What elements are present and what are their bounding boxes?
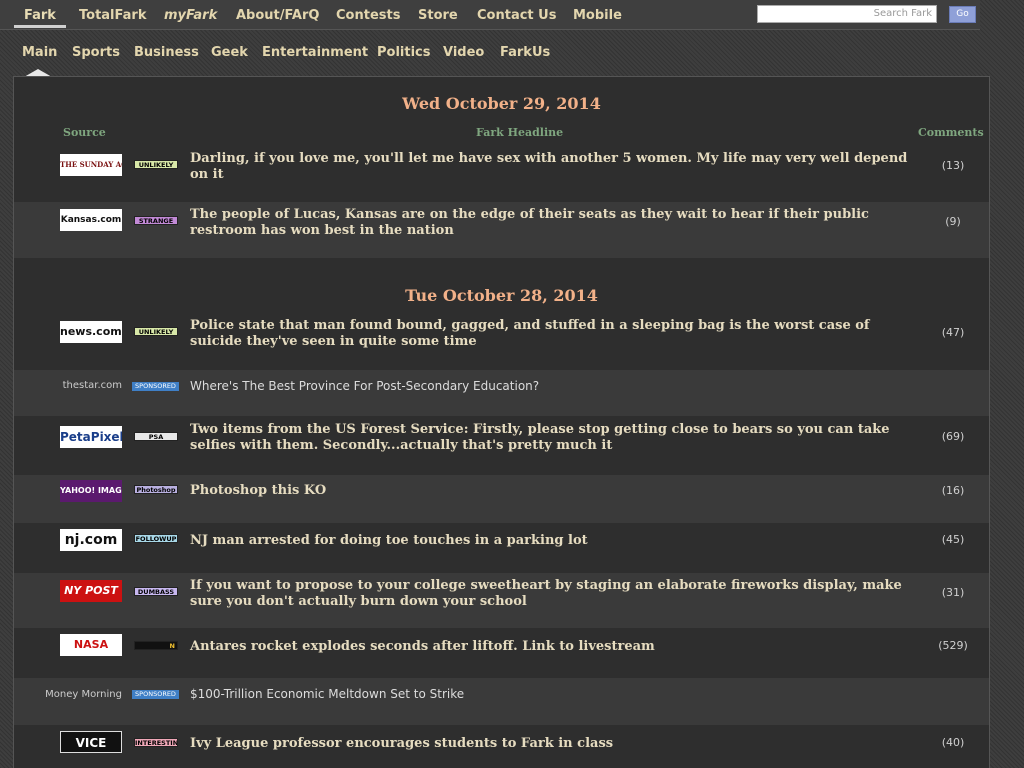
headline-link[interactable]: Darling, if you love me, you'll let me h…: [190, 151, 910, 183]
headline-row: THE SUNDAY AGE UNLIKELY Darling, if you …: [14, 145, 989, 201]
date-header: Tue October 28, 2014: [405, 286, 598, 305]
topnav-contests[interactable]: Contests: [336, 8, 400, 23]
top-nav: Fark TotalFark myFark About/FArQ Contest…: [0, 0, 980, 30]
tab-farkus[interactable]: FarkUs: [500, 45, 550, 60]
tag-badge: N: [134, 641, 178, 650]
headline-link[interactable]: The people of Lucas, Kansas are on the e…: [190, 207, 910, 239]
source-logo[interactable]: NASA: [60, 634, 122, 656]
go-button[interactable]: Go: [949, 6, 976, 23]
tag-badge: Photoshop: [134, 485, 178, 494]
topnav-fark[interactable]: Fark: [24, 8, 56, 23]
comments-link[interactable]: (31): [914, 586, 992, 599]
tag-badge: DUMBASS: [134, 587, 178, 596]
column-source: Source: [63, 126, 106, 139]
headline-row: YAHOO! IMAGES Photoshop Photoshop this K…: [14, 475, 989, 523]
comments-link[interactable]: (69): [914, 430, 992, 443]
source-logo[interactable]: NY POST: [60, 580, 122, 602]
headline-row: nj.com FOLLOWUP NJ man arrested for doin…: [14, 524, 989, 572]
column-comments: Comments: [918, 126, 984, 139]
tag-badge: STRANGE: [134, 216, 178, 225]
comments-link[interactable]: (40): [914, 736, 992, 749]
topnav-store[interactable]: Store: [418, 8, 458, 23]
comments-link[interactable]: (45): [914, 533, 992, 546]
tag-badge: PSA: [134, 432, 178, 441]
headline-row: NY POST DUMBASS If you want to propose t…: [14, 573, 989, 628]
topnav-totalfark[interactable]: TotalFark: [79, 8, 146, 23]
headline-link[interactable]: Antares rocket explodes seconds after li…: [190, 639, 910, 655]
column-headline: Fark Headline: [476, 126, 564, 139]
tab-politics[interactable]: Politics: [377, 45, 431, 60]
sponsored-link[interactable]: $100-Trillion Economic Meltdown Set to S…: [190, 687, 910, 701]
tab-entertainment[interactable]: Entertainment: [262, 45, 368, 60]
tag-badge: FOLLOWUP: [134, 534, 178, 543]
sponsored-badge: SPONSORED: [132, 690, 179, 699]
tab-geek[interactable]: Geek: [211, 45, 248, 60]
source-logo[interactable]: THE SUNDAY AGE: [60, 154, 122, 176]
source-logo[interactable]: Kansas.com: [60, 209, 122, 231]
source-logo[interactable]: VICE: [60, 731, 122, 753]
source-logo[interactable]: news.com.au: [60, 321, 122, 343]
topnav-mobile[interactable]: Mobile: [573, 8, 622, 23]
comments-link[interactable]: (47): [914, 326, 992, 339]
tab-video[interactable]: Video: [443, 45, 484, 60]
headline-row: NASA N Antares rocket explodes seconds a…: [14, 629, 989, 677]
sponsor-source: Money Morning: [45, 689, 122, 700]
headline-link[interactable]: If you want to propose to your college s…: [190, 578, 910, 610]
headline-row: VICE INTERESTING Ivy League professor en…: [14, 726, 989, 768]
topnav-myfark[interactable]: myFark: [164, 8, 217, 23]
sponsored-link[interactable]: Where's The Best Province For Post-Secon…: [190, 379, 910, 393]
headline-row: news.com.au UNLIKELY Police state that m…: [14, 312, 989, 369]
comments-link[interactable]: (529): [914, 639, 992, 652]
headline-row: PetaPixel PSA Two items from the US Fore…: [14, 417, 989, 474]
sponsor-source: thestar.com: [62, 380, 122, 391]
tag-badge: INTERESTING: [134, 738, 178, 747]
active-tab-underline: [14, 25, 66, 28]
comments-link[interactable]: (9): [914, 215, 992, 228]
source-logo[interactable]: nj.com: [60, 529, 122, 551]
comments-link[interactable]: (16): [914, 484, 992, 497]
sponsored-row: thestar.com SPONSORED Where's The Best P…: [14, 370, 989, 416]
tab-main[interactable]: Main: [22, 45, 57, 60]
headline-link[interactable]: Two items from the US Forest Service: Fi…: [190, 422, 910, 454]
headline-link[interactable]: Photoshop this KO: [190, 483, 910, 499]
topnav-about[interactable]: About/FArQ: [236, 8, 319, 23]
source-logo[interactable]: PetaPixel: [60, 426, 122, 448]
headline-link[interactable]: Police state that man found bound, gagge…: [190, 318, 910, 350]
topnav-contact[interactable]: Contact Us: [477, 8, 556, 23]
headline-link[interactable]: NJ man arrested for doing toe touches in…: [190, 533, 910, 549]
headline-link[interactable]: Ivy League professor encourages students…: [190, 736, 910, 752]
sponsored-badge: SPONSORED: [132, 382, 179, 391]
search-input[interactable]: Search Fark: [757, 5, 937, 23]
tag-badge: UNLIKELY: [134, 327, 178, 336]
sponsored-row: Money Morning SPONSORED $100-Trillion Ec…: [14, 678, 989, 725]
comments-link[interactable]: (13): [914, 159, 992, 172]
date-header: Wed October 29, 2014: [402, 94, 601, 113]
tab-business[interactable]: Business: [134, 45, 199, 60]
tag-badge: UNLIKELY: [134, 160, 178, 169]
headline-row: Kansas.com STRANGE The people of Lucas, …: [14, 202, 989, 258]
source-logo[interactable]: YAHOO! IMAGES: [60, 480, 122, 502]
tab-sports[interactable]: Sports: [72, 45, 120, 60]
